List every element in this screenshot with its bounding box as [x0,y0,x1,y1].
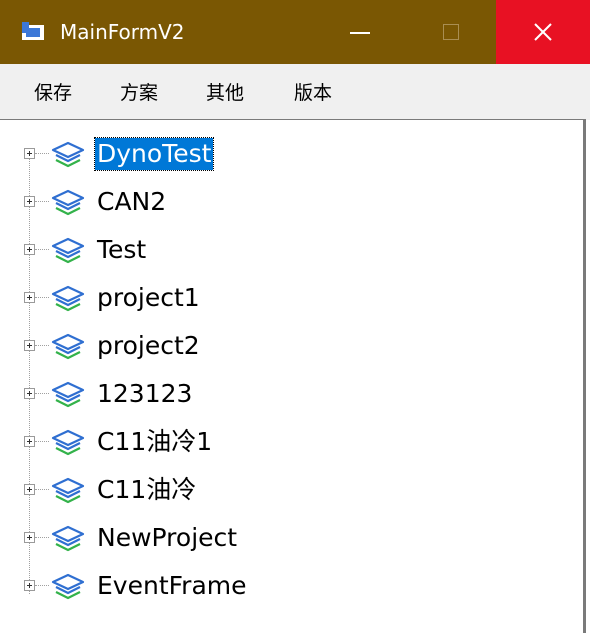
tree-connector-line [35,297,49,298]
tree-node-10[interactable]: EventFrame [0,566,560,606]
layers-icon [51,333,85,360]
tree-node-label: C11油冷 [97,475,197,504]
tree-node-label: CAN2 [97,187,167,216]
close-icon [534,23,552,41]
app-window-icon [22,22,44,40]
layers-icon [51,285,85,312]
expand-plus-icon[interactable] [24,436,35,447]
expand-plus-icon[interactable] [24,484,35,495]
expand-plus-icon[interactable] [24,532,35,543]
tree-node-label: C11油冷1 [97,427,213,456]
expand-plus-icon[interactable] [24,148,35,159]
tree-connector-line [35,537,49,538]
close-button[interactable] [496,0,590,64]
menu-item-scheme[interactable]: 方案 [120,78,158,108]
layers-icon [51,237,85,264]
minimize-button[interactable] [336,0,382,64]
maximize-icon [443,24,459,40]
tree-node-label: DynoTest [93,137,215,171]
tree-node-8[interactable]: C11油冷 [0,470,560,510]
tree-node-label: Test [97,235,147,264]
project-tree[interactable]: DynoTest CAN2 Test project1 project2 123… [0,119,586,633]
tree-connector-line [35,393,49,394]
tree-node-label: project2 [97,331,200,360]
layers-icon [51,573,85,600]
tree-node-7[interactable]: C11油冷1 [0,422,560,462]
tree-connector-line [35,345,49,346]
main-window: MainFormV2 保存 方案 其他 版本 DynoTest CAN2 Tes… [0,0,590,633]
tree-connector-line [35,489,49,490]
tree-connector-line [35,585,49,586]
layers-icon [51,429,85,456]
minimize-icon [350,32,370,34]
tree-connector-line [35,441,49,442]
tree-node-6[interactable]: 123123 [0,374,560,414]
tree-node-2[interactable]: CAN2 [0,182,560,222]
menu-item-save[interactable]: 保存 [34,78,72,108]
layers-icon [51,525,85,552]
tree-node-label: 123123 [97,379,193,408]
layers-icon [51,381,85,408]
tree-node-label: NewProject [97,523,238,552]
tree-node-1[interactable]: DynoTest [0,134,560,174]
maximize-button[interactable] [428,0,474,64]
expand-plus-icon[interactable] [24,196,35,207]
expand-plus-icon[interactable] [24,340,35,351]
tree-connector-line [35,153,49,154]
layers-icon [51,141,85,168]
menu-item-other[interactable]: 其他 [206,78,244,108]
expand-plus-icon[interactable] [24,244,35,255]
tree-connector-line [35,249,49,250]
title-bar[interactable]: MainFormV2 [0,0,590,64]
menu-bar: 保存 方案 其他 版本 [0,64,590,120]
expand-plus-icon[interactable] [24,388,35,399]
tree-node-3[interactable]: Test [0,230,560,270]
layers-icon [51,189,85,216]
expand-plus-icon[interactable] [24,292,35,303]
menu-item-version[interactable]: 版本 [294,78,332,108]
tree-node-5[interactable]: project2 [0,326,560,366]
tree-connector-line [35,201,49,202]
tree-node-label: project1 [97,283,200,312]
tree-node-9[interactable]: NewProject [0,518,560,558]
tree-node-label: EventFrame [97,571,247,600]
window-title: MainFormV2 [60,20,185,44]
expand-plus-icon[interactable] [24,580,35,591]
tree-node-4[interactable]: project1 [0,278,560,318]
layers-icon [51,477,85,504]
